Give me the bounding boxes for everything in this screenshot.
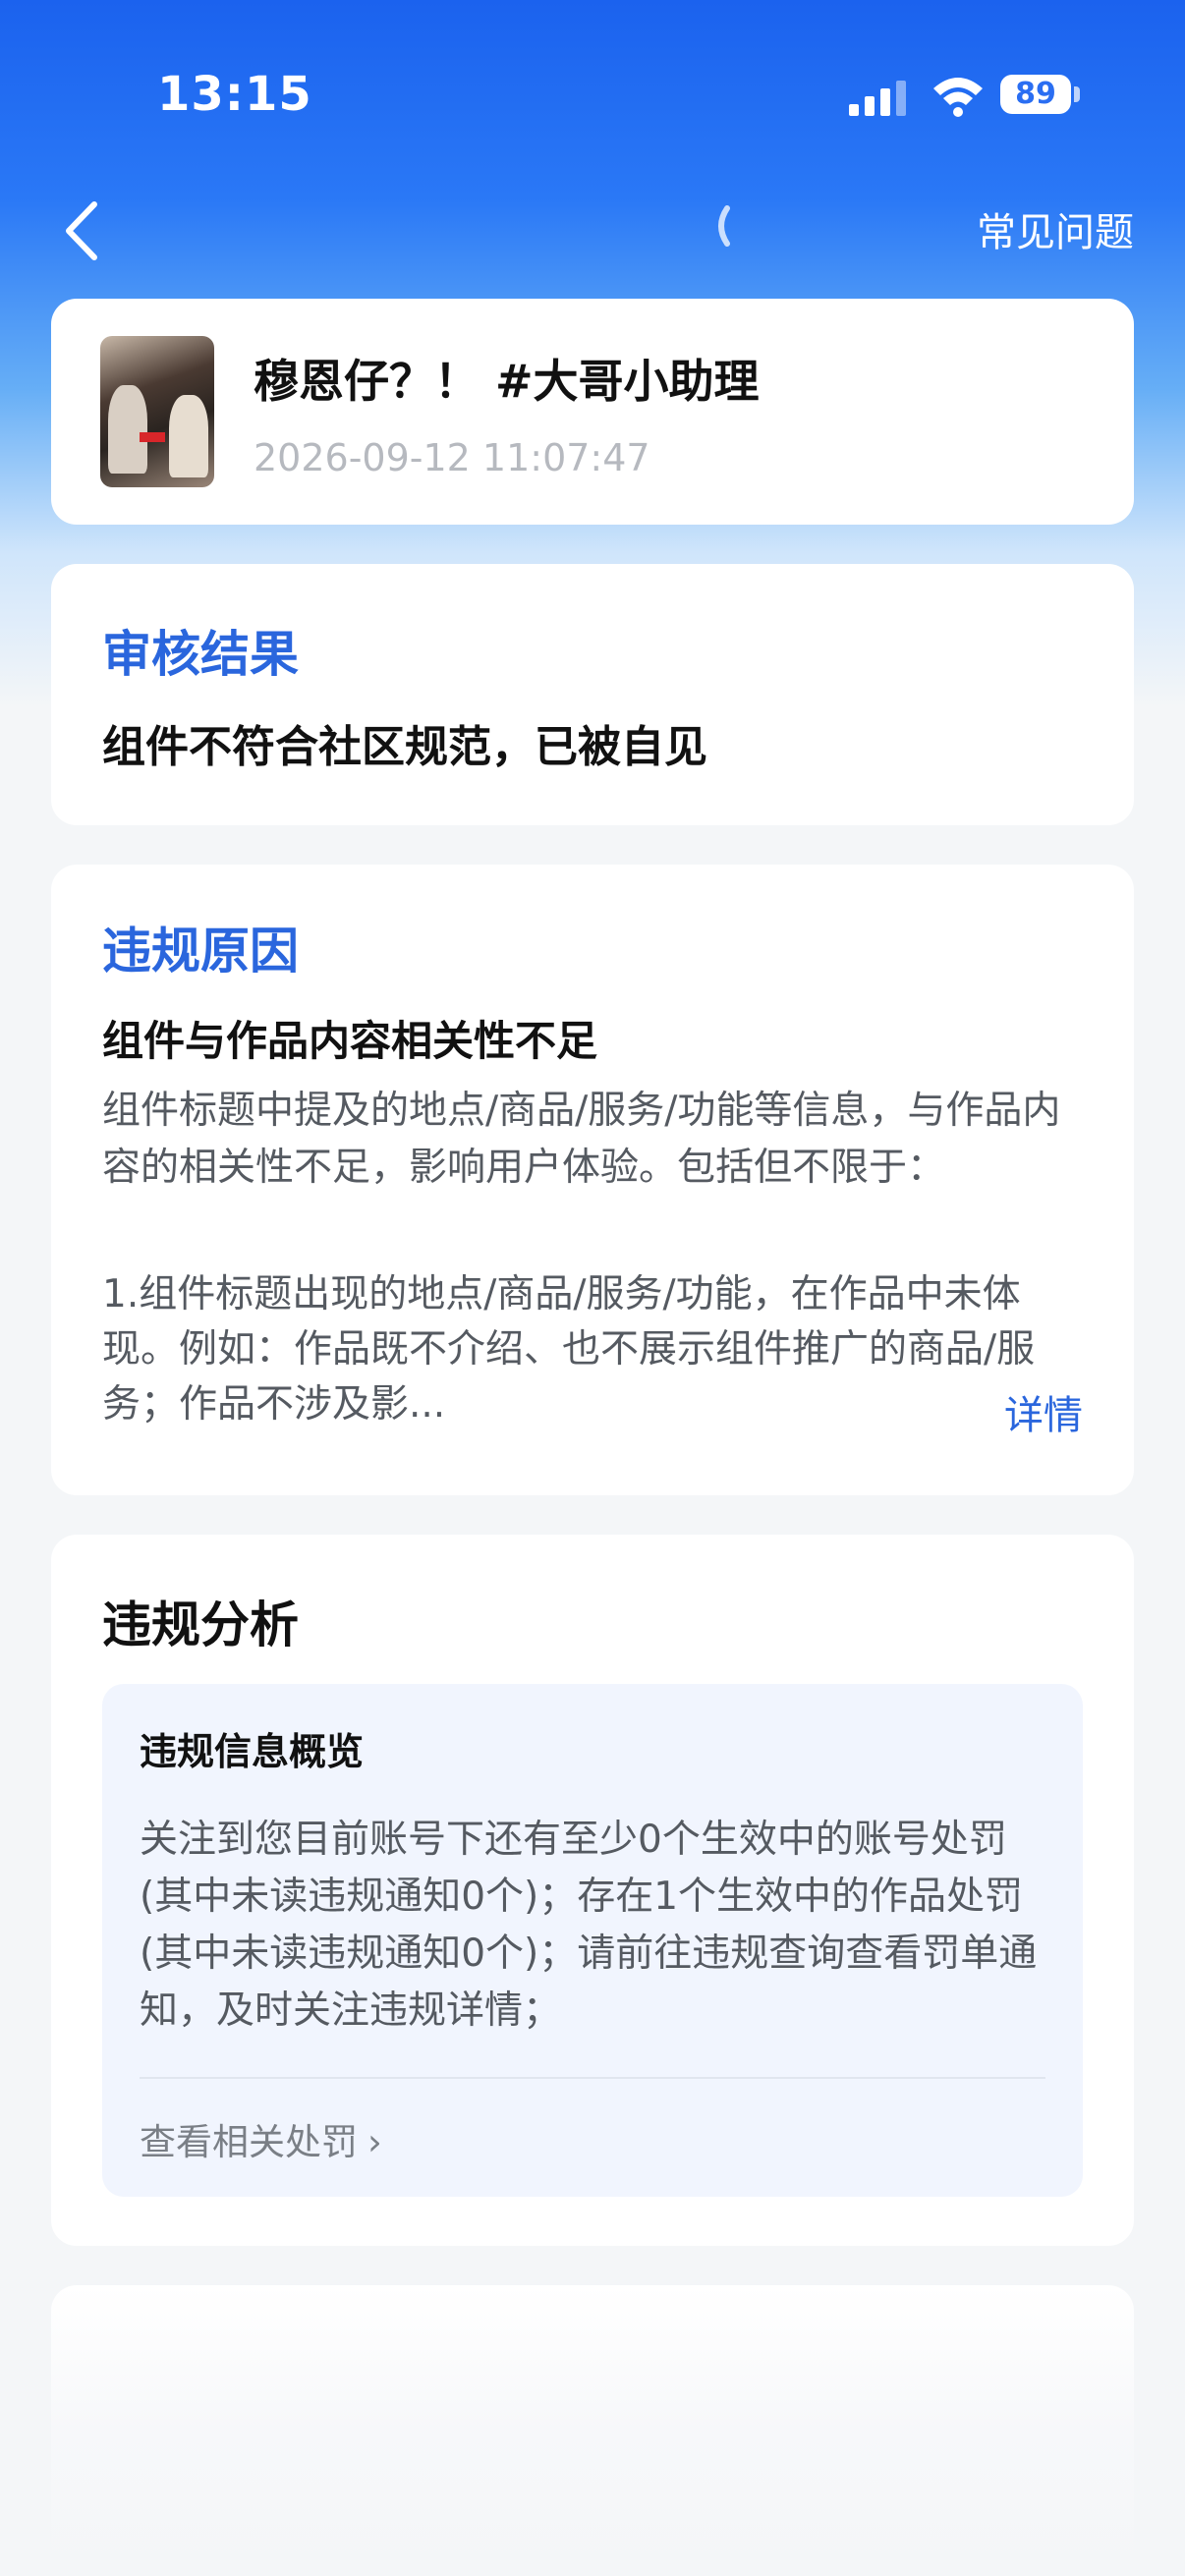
- detail-link[interactable]: 详情: [1004, 1383, 1083, 1440]
- review-result-title: 审核结果: [102, 626, 299, 683]
- status-bar: 13:15 89: [0, 0, 1185, 187]
- overview-body: 关注到您目前账号下还有至少0个生效中的账号处罚(其中未读违规通知0个)；存在1个…: [140, 1818, 1038, 2033]
- violation-reason-heading: 组件与作品内容相关性不足: [102, 1017, 598, 1065]
- video-title: 穆恩仔？！ #大哥小助理: [254, 355, 760, 408]
- violation-analysis-title: 违规分析: [102, 1596, 299, 1653]
- violation-analysis-card: 违规分析 违规信息概览 关注到您目前账号下还有至少0个生效中的账号处罚(其中未读…: [51, 1535, 1134, 2246]
- signal-icon: [849, 81, 906, 116]
- battery-tip: [1074, 86, 1080, 102]
- faq-link[interactable]: 常见问题: [977, 200, 1134, 257]
- back-chevron-icon[interactable]: [57, 196, 106, 265]
- video-timestamp: 2026-09-12 11:07:47: [254, 436, 650, 479]
- violation-reason-card: 违规原因 组件与作品内容相关性不足 组件标题中提及的地点/商品/服务/功能等信息…: [51, 865, 1134, 1495]
- faded-next-card: [51, 2285, 1134, 2576]
- chevron-right-icon: ›: [367, 2121, 382, 2163]
- view-penalties-label: 查看相关处罚: [140, 2121, 358, 2163]
- violation-reason-title: 违规原因: [102, 923, 299, 980]
- review-result-card: 审核结果 组件不符合社区规范，已被自见: [51, 564, 1134, 825]
- overview-title: 违规信息概览: [140, 1730, 365, 1773]
- view-penalties-link[interactable]: 查看相关处罚 ›: [140, 2112, 382, 2165]
- battery-icon: 89: [1000, 75, 1071, 114]
- violation-reason-item: 1.组件标题出现的地点/商品/服务/功能，在作品中未体现。例如：作品既不介绍、也…: [102, 1272, 1036, 1427]
- status-time: 13:15: [157, 67, 312, 122]
- violation-reason-body: 组件标题中提及的地点/商品/服务/功能等信息，与作品内容的相关性不足，影响用户体…: [102, 1089, 1061, 1190]
- video-card[interactable]: 穆恩仔？！ #大哥小助理 2026-09-12 11:07:47: [51, 299, 1134, 525]
- nav-decoration: [718, 205, 730, 247]
- review-result-text: 组件不符合社区规范，已被自见: [102, 722, 707, 772]
- wifi-icon: [933, 78, 983, 117]
- overview-box: 违规信息概览 关注到您目前账号下还有至少0个生效中的账号处罚(其中未读违规通知0…: [102, 1684, 1083, 2197]
- video-thumbnail[interactable]: [100, 336, 214, 487]
- divider: [140, 2077, 1045, 2079]
